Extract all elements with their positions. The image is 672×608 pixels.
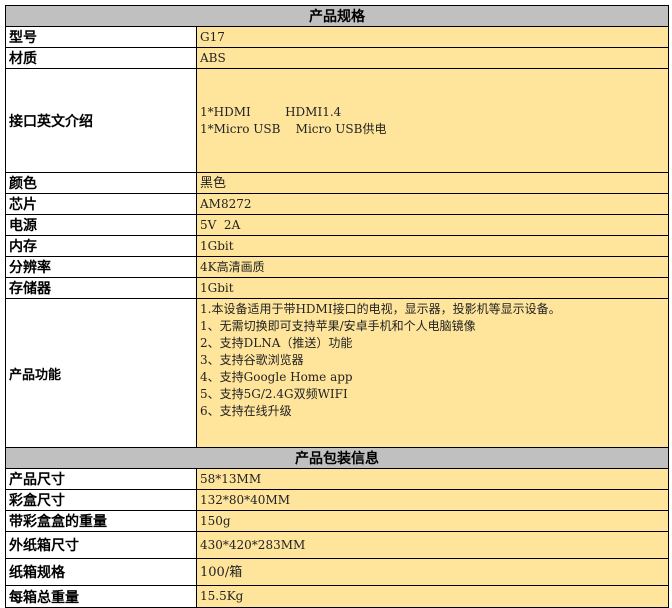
row-carton-weight: 每箱总重量 15.5Kg (5, 585, 669, 608)
material-label[interactable]: 材质 (5, 47, 197, 69)
model-value[interactable]: G17 (196, 26, 669, 48)
spec-sheet: 产品规格 型号 G17 材质 ABS 接口英文介绍 1*HDMI HDMI1.4… (5, 5, 669, 608)
carton-weight-label[interactable]: 每箱总重量 (5, 585, 197, 608)
color-label[interactable]: 颜色 (5, 172, 197, 194)
carton-size-label[interactable]: 外纸箱尺寸 (5, 531, 197, 559)
row-model: 型号 G17 (5, 26, 669, 48)
function-line-5: 4、支持Google Home app (200, 370, 353, 384)
storage-value[interactable]: 1Gbit (196, 277, 669, 299)
row-carton-spec: 纸箱规格 100/箱 (5, 558, 669, 586)
row-resolution: 分辨率 4K高清画质 (5, 256, 669, 278)
interface-line-1: 1*HDMI HDMI1.4 (200, 104, 342, 119)
interface-value[interactable]: 1*HDMI HDMI1.4 1*Micro USB Micro USB供电 (196, 68, 669, 173)
function-line-4: 3、支持谷歌浏览器 (200, 353, 304, 367)
row-power: 电源 5V 2A (5, 214, 669, 236)
function-value[interactable]: 1.本设备适用于带HDMI接口的电视，显示器，投影机等显示设备。 1、无需切换即… (196, 298, 669, 448)
material-value[interactable]: ABS (196, 47, 669, 69)
function-line-6: 5、支持5G/2.4G双频WIFI (200, 387, 348, 401)
function-line-2: 1、无需切换即可支持苹果/安卓手机和个人电脑镜像 (200, 319, 476, 333)
function-label[interactable]: 产品功能 (5, 298, 197, 448)
box-size-value[interactable]: 132*80*40MM (196, 489, 669, 511)
chip-label[interactable]: 芯片 (5, 193, 197, 215)
memory-label[interactable]: 内存 (5, 235, 197, 257)
row-boxed-weight: 带彩盒盒的重量 150g (5, 510, 669, 532)
row-interface: 接口英文介绍 1*HDMI HDMI1.4 1*Micro USB Micro … (5, 68, 669, 173)
row-material: 材质 ABS (5, 47, 669, 69)
row-chip: 芯片 AM8272 (5, 193, 669, 215)
interface-label[interactable]: 接口英文介绍 (5, 68, 197, 173)
spec-title[interactable]: 产品规格 (5, 5, 669, 27)
memory-value[interactable]: 1Gbit (196, 235, 669, 257)
carton-size-value[interactable]: 430*420*283MM (196, 531, 669, 559)
model-label[interactable]: 型号 (5, 26, 197, 48)
row-memory: 内存 1Gbit (5, 235, 669, 257)
boxed-weight-value[interactable]: 150g (196, 510, 669, 532)
row-storage: 存储器 1Gbit (5, 277, 669, 299)
row-carton-size: 外纸箱尺寸 430*420*283MM (5, 531, 669, 559)
row-product-size: 产品尺寸 58*13MM (5, 468, 669, 490)
packaging-title[interactable]: 产品包装信息 (5, 447, 669, 469)
carton-spec-value[interactable]: 100/箱 (196, 558, 669, 586)
function-line-3: 2、支持DLNA（推送）功能 (200, 336, 353, 350)
power-label[interactable]: 电源 (5, 214, 197, 236)
row-function: 产品功能 1.本设备适用于带HDMI接口的电视，显示器，投影机等显示设备。 1、… (5, 298, 669, 448)
chip-value[interactable]: AM8272 (196, 193, 669, 215)
row-box-size: 彩盒尺寸 132*80*40MM (5, 489, 669, 511)
resolution-label[interactable]: 分辨率 (5, 256, 197, 278)
spec-header-row: 产品规格 (5, 5, 669, 27)
color-value[interactable]: 黑色 (196, 172, 669, 194)
interface-line-2: 1*Micro USB Micro USB供电 (200, 121, 387, 136)
function-line-1: 1.本设备适用于带HDMI接口的电视，显示器，投影机等显示设备。 (200, 302, 561, 316)
carton-weight-value[interactable]: 15.5Kg (196, 585, 669, 608)
storage-label[interactable]: 存储器 (5, 277, 197, 299)
power-value[interactable]: 5V 2A (196, 214, 669, 236)
packaging-header-row: 产品包装信息 (5, 447, 669, 469)
boxed-weight-label[interactable]: 带彩盒盒的重量 (5, 510, 197, 532)
row-color: 颜色 黑色 (5, 172, 669, 194)
resolution-value[interactable]: 4K高清画质 (196, 256, 669, 278)
carton-spec-label[interactable]: 纸箱规格 (5, 558, 197, 586)
function-line-7: 6、支持在线升级 (200, 404, 292, 418)
product-size-value[interactable]: 58*13MM (196, 468, 669, 490)
product-size-label[interactable]: 产品尺寸 (5, 468, 197, 490)
box-size-label[interactable]: 彩盒尺寸 (5, 489, 197, 511)
